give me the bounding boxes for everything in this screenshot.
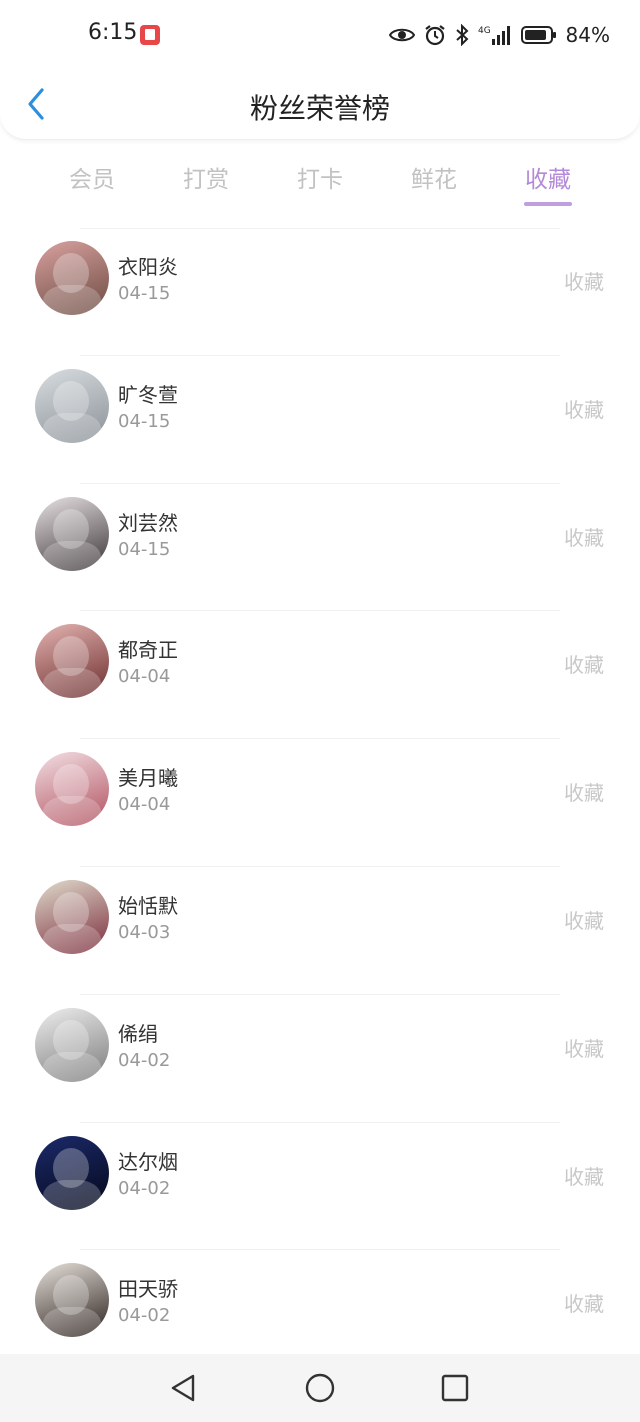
avatar[interactable] [35, 1135, 109, 1210]
fan-action-label: 收藏 [564, 397, 604, 422]
avatar[interactable] [35, 1007, 109, 1082]
list-item[interactable]: 美月曦 04-04 收藏 [0, 739, 640, 867]
fan-date: 04-04 [118, 666, 171, 688]
status-time: 6:15 [88, 20, 138, 45]
fan-name: 田天骄 [118, 1277, 178, 1302]
nav-recents-button[interactable] [437, 1370, 473, 1406]
battery-icon [520, 25, 557, 45]
list-item[interactable]: 始恬默 04-03 收藏 [0, 867, 640, 995]
fan-list: 衣阳炎 04-15 收藏 旷冬萱 04-15 收藏 刘芸然 04-15 收藏 都奇正 04-04 收藏… [0, 228, 640, 1378]
avatar[interactable] [35, 879, 109, 954]
avatar[interactable] [35, 1263, 109, 1338]
bluetooth-icon [455, 24, 469, 46]
tab-4[interactable]: 鲜花 [384, 160, 484, 194]
status-icons: 4G 84% [388, 20, 610, 50]
triangle-back-icon [171, 1374, 195, 1402]
fan-date: 04-15 [118, 410, 171, 432]
tab-2[interactable]: 打赏 [156, 160, 256, 194]
fan-action-label: 收藏 [564, 908, 604, 933]
fan-date: 04-02 [118, 1049, 171, 1071]
fan-date: 04-15 [118, 538, 171, 560]
avatar[interactable] [35, 496, 109, 571]
fan-action-label: 收藏 [564, 653, 604, 678]
list-item[interactable]: 俙绢 04-02 收藏 [0, 995, 640, 1123]
eye-icon [388, 26, 415, 44]
circle-home-icon [305, 1373, 335, 1403]
system-nav-bar [0, 1354, 640, 1422]
fan-action-label: 收藏 [564, 270, 604, 294]
notification-app-icon [140, 25, 160, 45]
square-recents-icon [441, 1374, 469, 1402]
fan-name: 美月曦 [118, 766, 178, 791]
avatar[interactable] [35, 241, 109, 315]
tab-3[interactable]: 打卡 [270, 160, 370, 194]
list-item[interactable]: 都奇正 04-04 收藏 [0, 611, 640, 740]
fan-action-label: 收藏 [564, 1292, 604, 1317]
avatar[interactable] [35, 368, 109, 443]
status-bar: 6:15 4G 84% [0, 0, 640, 70]
list-item[interactable]: 刘芸然 04-15 收藏 [0, 484, 640, 612]
fan-date: 04-15 [118, 283, 171, 304]
list-item[interactable]: 达尔烟 04-02 收藏 [0, 1123, 640, 1251]
fan-date: 04-04 [118, 794, 171, 816]
fan-name: 衣阳炎 [118, 255, 178, 279]
nav-home-button[interactable] [302, 1370, 338, 1406]
fan-action-label: 收藏 [564, 781, 604, 806]
fan-name: 始恬默 [118, 893, 178, 918]
fan-date: 04-02 [118, 1305, 171, 1327]
avatar[interactable] [35, 624, 109, 699]
list-item[interactable]: 衣阳炎 04-15 收藏 [0, 228, 640, 356]
signal-icon: 4G [478, 24, 512, 46]
active-tab-indicator [524, 202, 572, 206]
network-type-label: 4G [478, 26, 491, 36]
alarm-icon [424, 24, 446, 46]
fan-date: 04-02 [118, 1177, 171, 1199]
list-item[interactable]: 旷冬萱 04-15 收藏 [0, 356, 640, 484]
fan-name: 俙绢 [118, 1021, 158, 1046]
fan-name: 刘芸然 [118, 510, 178, 535]
fan-action-label: 收藏 [564, 1036, 604, 1061]
tab-5[interactable]: 收藏 [498, 160, 598, 194]
fan-date: 04-03 [118, 921, 171, 943]
app-header: 粉丝荣誉榜 [0, 70, 640, 140]
fan-name: 旷冬萱 [118, 382, 178, 407]
fan-action-label: 收藏 [564, 1164, 604, 1189]
nav-back-button[interactable] [165, 1370, 201, 1406]
avatar[interactable] [35, 752, 109, 827]
tab-1[interactable]: 会员 [42, 160, 142, 194]
fan-name: 达尔烟 [118, 1149, 178, 1174]
page-title: 粉丝荣誉榜 [249, 92, 390, 125]
fan-action-label: 收藏 [564, 525, 604, 550]
fan-name: 都奇正 [118, 638, 178, 663]
battery-percent: 84% [565, 23, 610, 47]
